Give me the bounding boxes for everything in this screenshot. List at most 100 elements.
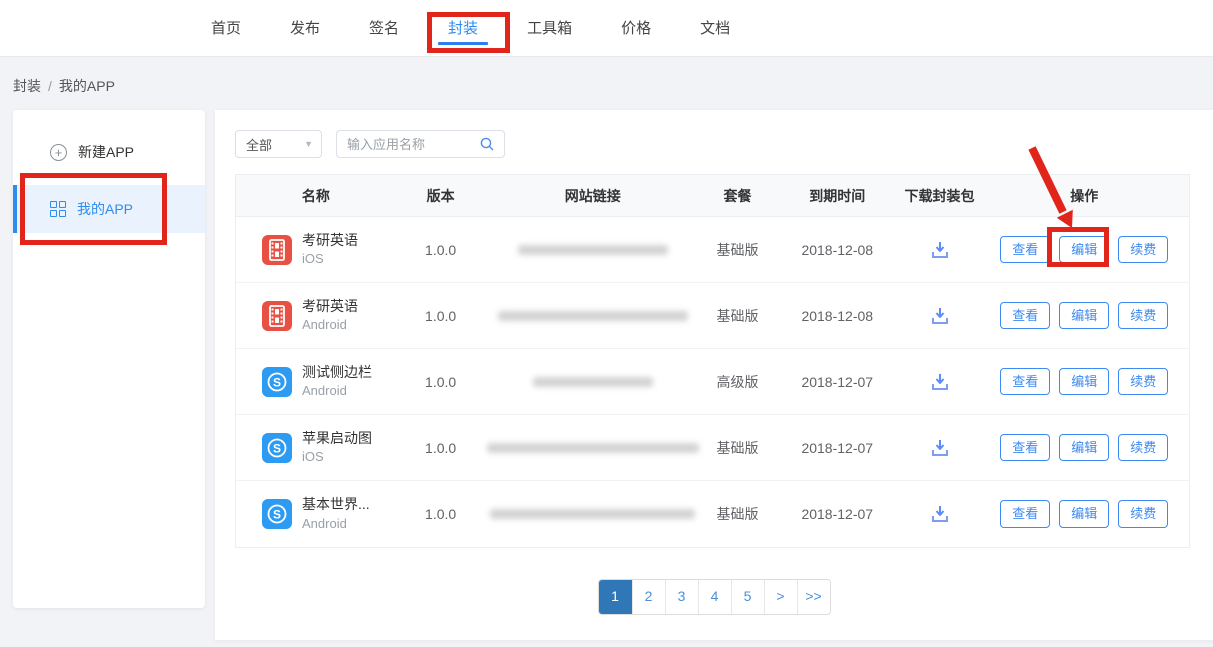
sidebar-item-my-app[interactable]: 我的APP — [13, 185, 205, 233]
table-header: 名称 版本 网站链接 套餐 到期时间 下载封装包 操作 — [236, 175, 1189, 217]
app-plan: 基础版 — [700, 504, 775, 524]
blurred-url — [490, 509, 695, 519]
app-plan: 基础版 — [700, 438, 775, 458]
nav-item-price[interactable]: 价格 — [621, 0, 651, 57]
col-header-download: 下载封装包 — [900, 186, 980, 206]
app-name: 考研英语 — [302, 298, 358, 316]
svg-text:S: S — [273, 508, 281, 522]
col-header-version: 版本 — [396, 186, 486, 206]
col-header-name: 名称 — [236, 186, 396, 206]
blurred-url — [487, 443, 699, 453]
col-header-actions: 操作 — [979, 186, 1189, 206]
view-button[interactable]: 查看 — [1000, 236, 1050, 264]
app-name: 苹果启动图 — [302, 430, 372, 448]
page-2[interactable]: 2 — [632, 580, 665, 614]
col-header-plan: 套餐 — [700, 186, 775, 206]
page-next[interactable]: > — [764, 580, 797, 614]
download-icon[interactable] — [929, 305, 951, 327]
edit-button[interactable]: 编辑 — [1059, 236, 1109, 264]
blurred-url — [518, 245, 668, 255]
app-platform: iOS — [302, 449, 372, 465]
nav-item-publish[interactable]: 发布 — [290, 0, 320, 57]
app-plan: 基础版 — [700, 306, 775, 326]
app-expiry: 2018-12-08 — [775, 242, 900, 258]
sidebar-item-new-app[interactable]: 新建APP — [13, 132, 205, 172]
table-row: S 测试侧边栏Android 1.0.0 高级版 2018-12-07 查看 编… — [236, 349, 1189, 415]
edit-button[interactable]: 编辑 — [1059, 500, 1109, 528]
grid-icon — [50, 201, 66, 217]
view-button[interactable]: 查看 — [1000, 302, 1050, 330]
search-input[interactable] — [339, 137, 479, 152]
top-bar: 首页 发布 签名 封装 工具箱 价格 文档 — [0, 0, 1213, 57]
filter-dropdown[interactable]: 全部 — [235, 130, 322, 158]
renew-button[interactable]: 续费 — [1118, 236, 1168, 264]
view-button[interactable]: 查看 — [1000, 500, 1050, 528]
s-app-icon: S — [262, 433, 292, 463]
main-panel: 全部 名称 版本 网站链接 套餐 到期时间 下载封装包 操作 — [215, 110, 1213, 640]
renew-button[interactable]: 续费 — [1118, 434, 1168, 462]
app-platform: Android — [302, 383, 372, 399]
app-plan: 基础版 — [700, 240, 775, 260]
nav-item-package[interactable]: 封装 — [448, 0, 478, 57]
svg-text:S: S — [273, 375, 281, 389]
col-header-expiry: 到期时间 — [775, 186, 900, 206]
app-expiry: 2018-12-08 — [775, 308, 900, 324]
app-name: 考研英语 — [302, 232, 358, 250]
nav-item-docs[interactable]: 文档 — [700, 0, 730, 57]
film-app-icon — [262, 301, 292, 331]
plus-circle-icon — [50, 144, 67, 161]
s-app-icon: S — [262, 499, 292, 529]
page-4[interactable]: 4 — [698, 580, 731, 614]
breadcrumb-section[interactable]: 封装 — [13, 78, 41, 94]
search-icon[interactable] — [479, 136, 495, 152]
page-last[interactable]: >> — [797, 580, 830, 614]
film-app-icon — [262, 235, 292, 265]
renew-button[interactable]: 续费 — [1118, 368, 1168, 396]
nav-item-toolbox[interactable]: 工具箱 — [527, 0, 572, 57]
edit-button[interactable]: 编辑 — [1059, 302, 1109, 330]
renew-button[interactable]: 续费 — [1118, 302, 1168, 330]
nav-item-sign[interactable]: 签名 — [369, 0, 399, 57]
search-box — [336, 130, 505, 158]
page-5[interactable]: 5 — [731, 580, 764, 614]
col-header-url: 网站链接 — [485, 186, 700, 206]
apps-table: 名称 版本 网站链接 套餐 到期时间 下载封装包 操作 考研英语iOS 1.0.… — [235, 174, 1190, 548]
page-3[interactable]: 3 — [665, 580, 698, 614]
breadcrumb-separator: / — [48, 78, 52, 94]
app-name: 基本世界... — [302, 496, 370, 514]
renew-button[interactable]: 续费 — [1118, 500, 1168, 528]
s-app-icon: S — [262, 367, 292, 397]
blurred-url — [498, 311, 688, 321]
app-version: 1.0.0 — [396, 440, 486, 456]
view-button[interactable]: 查看 — [1000, 434, 1050, 462]
table-row: 考研英语iOS 1.0.0 基础版 2018-12-08 查看 编辑 续费 — [236, 217, 1189, 283]
filter-toolbar: 全部 — [215, 110, 1213, 158]
pagination: 1 2 3 4 5 > >> — [215, 579, 1213, 615]
filter-dropdown-value: 全部 — [246, 135, 272, 154]
app-expiry: 2018-12-07 — [775, 374, 900, 390]
app-version: 1.0.0 — [396, 308, 486, 324]
download-icon[interactable] — [929, 503, 951, 525]
table-row: S 苹果启动图iOS 1.0.0 基础版 2018-12-07 查看 编辑 续费 — [236, 415, 1189, 481]
download-icon[interactable] — [929, 371, 951, 393]
breadcrumb: 封装 / 我的APP — [13, 76, 115, 96]
my-app-label: 我的APP — [77, 199, 133, 219]
app-platform: Android — [302, 516, 370, 532]
nav-item-home[interactable]: 首页 — [211, 0, 241, 57]
main-nav: 首页 发布 签名 封装 工具箱 价格 文档 — [0, 0, 1213, 56]
breadcrumb-current: 我的APP — [59, 78, 115, 94]
new-app-label: 新建APP — [78, 142, 134, 162]
chevron-down-icon — [304, 139, 313, 149]
table-row: S 基本世界... Android 1.0.0 基础版 2018-12-07 查看… — [236, 481, 1189, 547]
app-version: 1.0.0 — [396, 506, 486, 522]
app-platform: iOS — [302, 251, 358, 267]
app-expiry: 2018-12-07 — [775, 506, 900, 522]
page-1[interactable]: 1 — [599, 580, 632, 614]
sidebar: 新建APP 我的APP — [13, 110, 205, 608]
edit-button[interactable]: 编辑 — [1059, 368, 1109, 396]
view-button[interactable]: 查看 — [1000, 368, 1050, 396]
svg-text:S: S — [273, 441, 281, 455]
edit-button[interactable]: 编辑 — [1059, 434, 1109, 462]
download-icon[interactable] — [929, 437, 951, 459]
download-icon[interactable] — [929, 239, 951, 261]
